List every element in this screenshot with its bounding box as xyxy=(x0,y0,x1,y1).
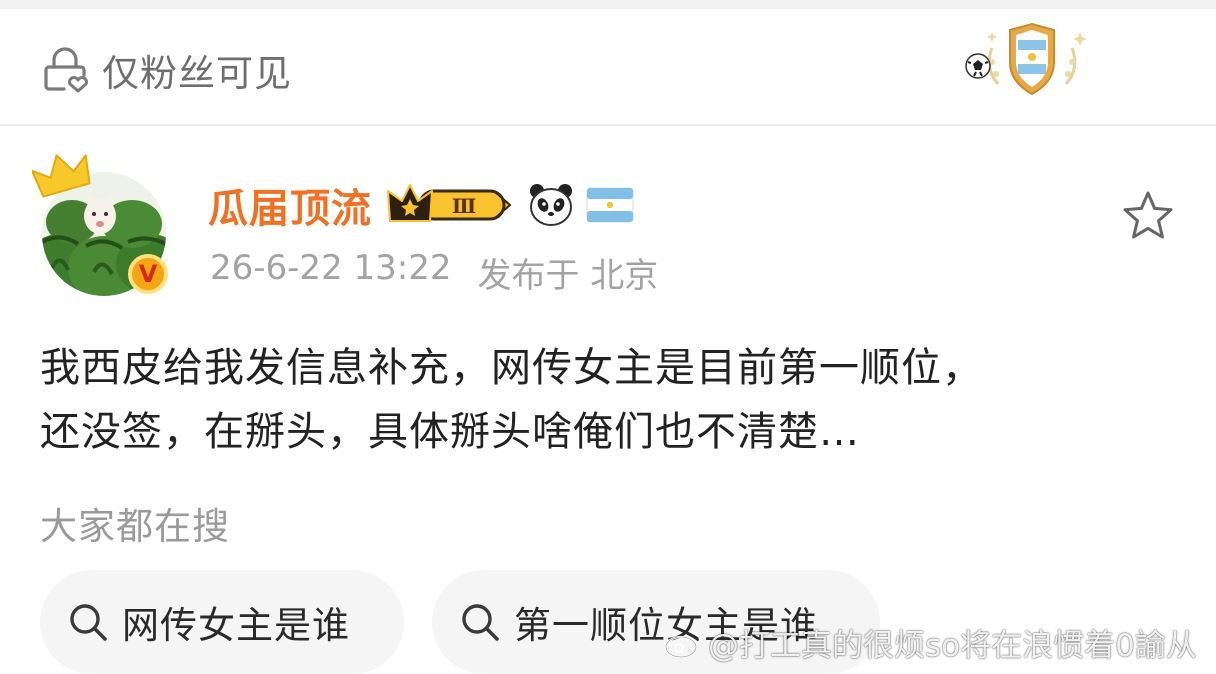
top-strip xyxy=(0,0,1216,9)
post-meta: 26-6-22 13:22 发布于 北京 xyxy=(210,248,658,297)
vip-level-text: Ⅲ xyxy=(452,194,476,218)
weibo-watermark: @打工真的很烦so将在浪惯着0諭从 xyxy=(664,620,1197,665)
author-avatar-container[interactable]: V xyxy=(32,150,182,300)
star-outline-icon[interactable] xyxy=(1120,188,1176,244)
author-name[interactable]: 瓜届顶流 xyxy=(208,176,372,234)
search-chip[interactable]: 网传女主是谁 xyxy=(40,570,404,674)
visibility-indicator: 仅粉丝可见 xyxy=(40,42,292,98)
post-text-line: 还没签，在掰头，具体掰头啥俺们也不清楚… xyxy=(40,409,860,455)
verified-badge: V xyxy=(128,254,168,294)
trending-search-title: 大家都在搜 xyxy=(40,505,230,548)
argentina-football-emblem xyxy=(965,22,1087,96)
search-icon xyxy=(70,604,107,641)
visibility-label: 仅粉丝可见 xyxy=(102,52,292,95)
post-time: 26-6-22 13:22 xyxy=(210,248,452,288)
vip-crown-icon: Ⅲ xyxy=(387,184,512,222)
weibo-logo-icon xyxy=(664,631,702,658)
post-body[interactable]: 我西皮给我发信息补充，网传女主是目前第一顺位， 还没签，在掰头，具体掰头啥俺们也… xyxy=(40,336,1180,464)
search-chip-label: 网传女主是谁 xyxy=(122,604,350,647)
crown-icon xyxy=(32,154,91,198)
author-name-row: 瓜届顶流 Ⅲ xyxy=(208,178,634,232)
vip-badge[interactable]: Ⅲ xyxy=(386,181,514,229)
panda-emoji xyxy=(530,184,572,226)
watermark-text: @打工真的很烦so将在浪惯着0諭从 xyxy=(708,628,1197,664)
post-text-line: 我西皮给我发信息补充，网传女主是目前第一顺位， xyxy=(40,345,983,391)
post-location: 发布于 北京 xyxy=(477,256,659,296)
search-icon xyxy=(462,604,499,641)
lock-heart-icon xyxy=(44,47,88,93)
section-divider xyxy=(0,124,1216,126)
argentina-flag-emoji xyxy=(586,187,634,223)
